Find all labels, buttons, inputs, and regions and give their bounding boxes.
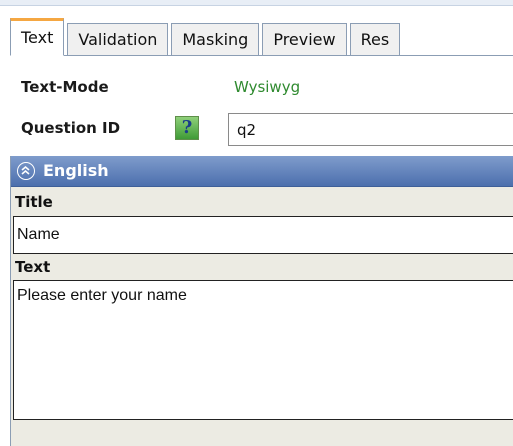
language-panel-header[interactable]: English	[11, 156, 513, 187]
language-panel: English Title Text Please enter your nam…	[10, 156, 513, 446]
tab-validation[interactable]: Validation	[67, 23, 169, 55]
top-rule	[0, 0, 513, 6]
title-field-label: Title	[15, 193, 53, 211]
tab-preview[interactable]: Preview	[262, 23, 347, 55]
title-input[interactable]	[13, 216, 513, 254]
tab-bar: Text Validation Masking Preview Res	[10, 16, 513, 56]
question-id-label: Question ID	[21, 119, 121, 137]
text-mode-value[interactable]: Wysiwyg	[234, 78, 300, 96]
help-icon[interactable]: ?	[175, 116, 199, 140]
text-mode-label: Text-Mode	[21, 78, 109, 96]
text-field-label: Text	[15, 258, 51, 276]
tab-res[interactable]: Res	[349, 23, 401, 55]
text-area[interactable]: Please enter your name	[13, 280, 513, 420]
tab-text[interactable]: Text	[10, 18, 65, 56]
language-panel-title: English	[43, 161, 109, 180]
collapse-up-icon[interactable]	[17, 162, 35, 180]
tab-masking[interactable]: Masking	[171, 23, 260, 55]
question-id-input[interactable]	[228, 113, 513, 146]
